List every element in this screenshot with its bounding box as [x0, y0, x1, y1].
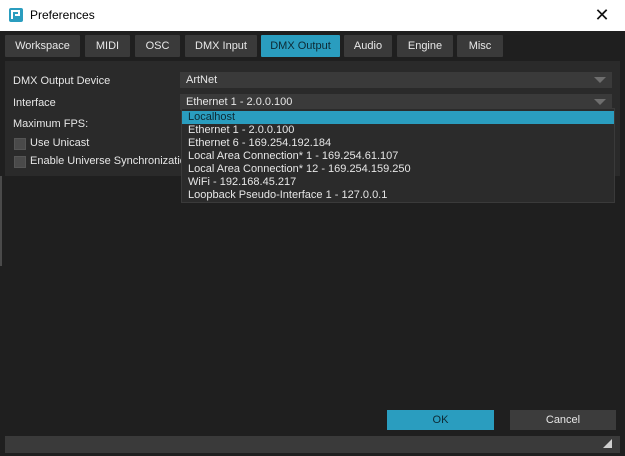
- tab-misc[interactable]: Misc: [457, 35, 503, 57]
- dropdown-option[interactable]: Local Area Connection* 12 - 169.254.159.…: [182, 163, 614, 176]
- dropdown-option[interactable]: Ethernet 6 - 169.254.192.184: [182, 137, 614, 150]
- status-bar: [5, 436, 620, 453]
- interface-label: Interface: [13, 97, 56, 109]
- tab-midi[interactable]: MIDI: [85, 35, 130, 57]
- app-logo-icon: [9, 8, 23, 22]
- interface-dropdown-list: Localhost Ethernet 1 - 2.0.0.100 Etherne…: [181, 108, 615, 203]
- title-bar: Preferences ✕: [0, 0, 625, 31]
- device-select[interactable]: ArtNet: [180, 72, 612, 88]
- window-edge-divider: [0, 176, 2, 266]
- dropdown-option[interactable]: WiFi - 192.168.45.217: [182, 176, 614, 189]
- ok-button[interactable]: OK: [387, 410, 494, 430]
- tab-engine[interactable]: Engine: [397, 35, 453, 57]
- dropdown-option[interactable]: Localhost: [182, 111, 614, 124]
- device-label: DMX Output Device: [13, 75, 111, 87]
- chevron-down-icon: [594, 99, 606, 105]
- tab-dmx-output[interactable]: DMX Output: [261, 35, 340, 57]
- dropdown-option[interactable]: Local Area Connection* 1 - 169.254.61.10…: [182, 150, 614, 163]
- dropdown-option[interactable]: Ethernet 1 - 2.0.0.100: [182, 124, 614, 137]
- chevron-down-icon: [594, 77, 606, 83]
- dropdown-option[interactable]: Loopback Pseudo-Interface 1 - 127.0.0.1: [182, 189, 614, 202]
- universe-sync-label: Enable Universe Synchronizatio: [30, 155, 186, 167]
- max-fps-label: Maximum FPS:: [13, 118, 89, 130]
- universe-sync-checkbox[interactable]: [14, 156, 26, 168]
- tab-workspace[interactable]: Workspace: [5, 35, 80, 57]
- resize-grip-icon[interactable]: [603, 439, 612, 448]
- cancel-button[interactable]: Cancel: [510, 410, 616, 430]
- device-select-value: ArtNet: [186, 74, 218, 86]
- window-title: Preferences: [30, 8, 95, 22]
- use-unicast-checkbox[interactable]: [14, 138, 26, 150]
- use-unicast-label: Use Unicast: [30, 137, 90, 149]
- tab-dmx-input[interactable]: DMX Input: [185, 35, 257, 57]
- tab-audio[interactable]: Audio: [344, 35, 392, 57]
- close-icon[interactable]: ✕: [579, 0, 625, 31]
- tab-osc[interactable]: OSC: [135, 35, 180, 57]
